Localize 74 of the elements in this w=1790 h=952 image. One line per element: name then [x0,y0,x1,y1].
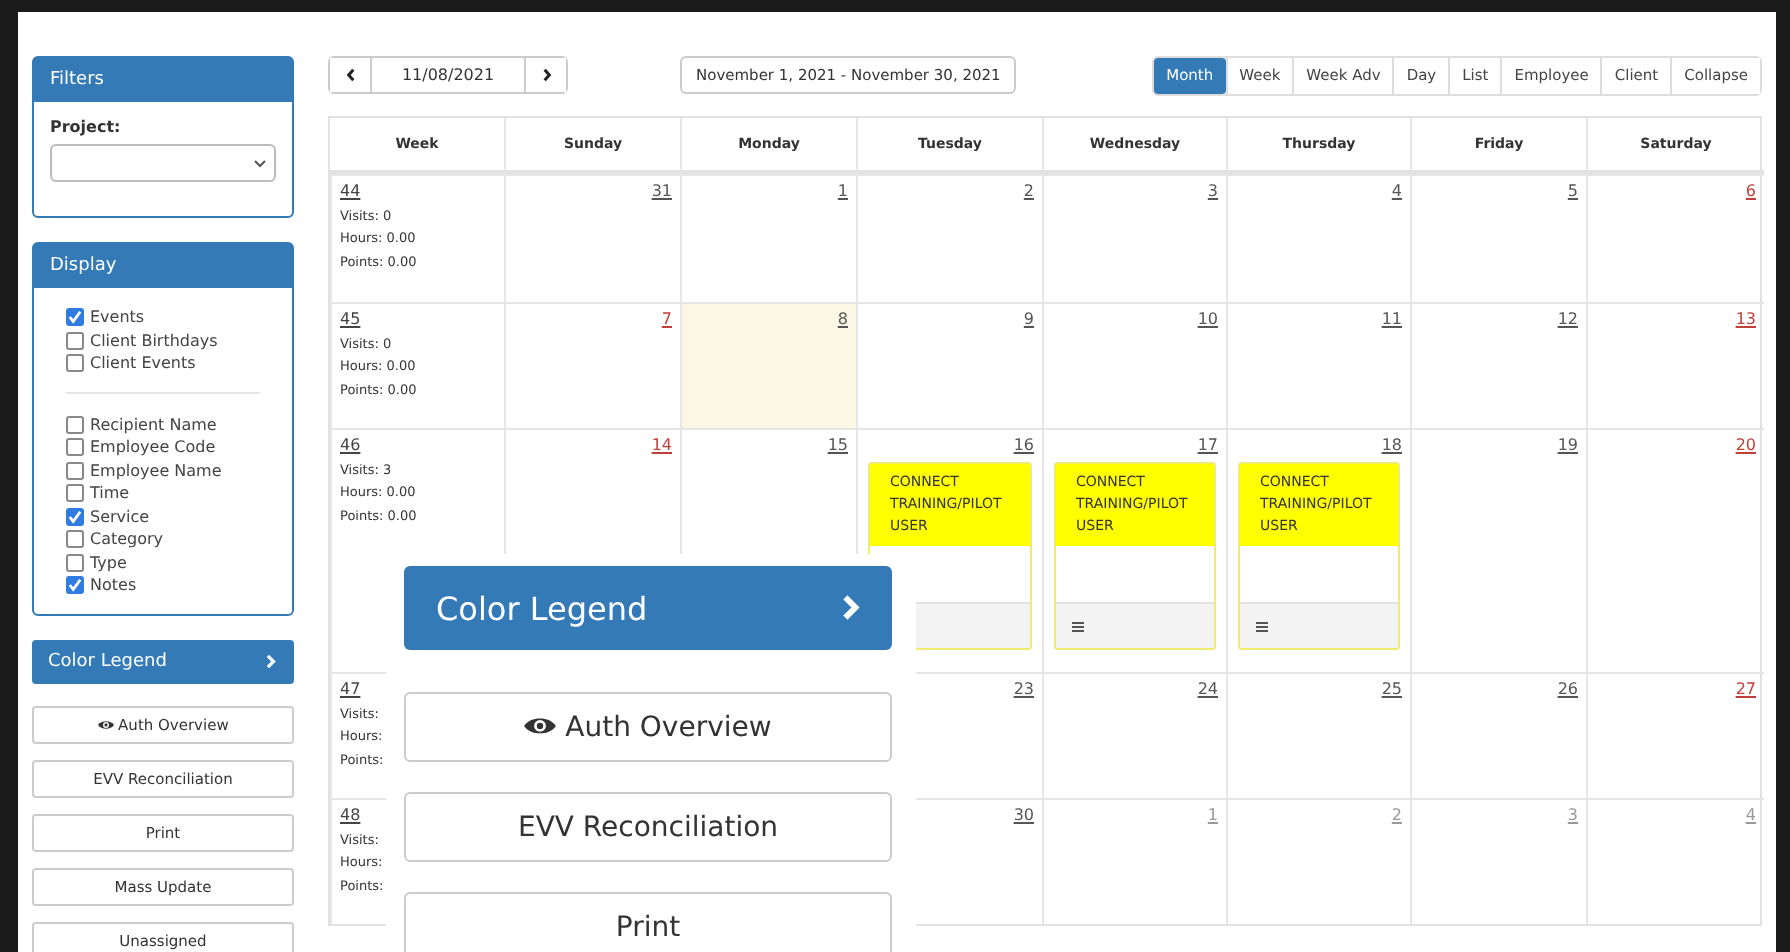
panel-title: Filters [34,58,292,102]
date-field[interactable]: 11/08/2021 [370,58,526,92]
chevron-left-icon [345,68,355,82]
checkbox[interactable] [66,438,84,457]
project-select[interactable] [50,144,276,182]
day-number[interactable]: 20 [1735,436,1756,454]
day-number[interactable]: 4 [1391,182,1402,200]
week-number[interactable]: 47 [340,680,361,700]
checkbox[interactable] [66,354,84,373]
checkbox-option[interactable]: Type [66,551,292,574]
checkbox[interactable] [66,415,84,434]
color-legend-button[interactable]: Color Legend [32,639,294,683]
checkbox[interactable] [66,530,84,549]
eye-icon [524,715,557,735]
chevron-right-icon [541,68,551,82]
checkbox-option[interactable]: Time [66,482,292,505]
color-legend-button[interactable]: Color Legend [404,566,892,650]
day-number[interactable]: 18 [1381,436,1402,454]
day-number[interactable]: 11 [1381,310,1402,328]
day-number[interactable]: 15 [827,436,848,454]
chevron-right-icon [842,594,860,622]
day-number[interactable]: 8 [837,310,848,328]
checkbox-option[interactable]: Notes [66,574,292,597]
day-number[interactable]: 10 [1197,310,1218,328]
day-number[interactable]: 7 [661,310,672,328]
menu-icon[interactable] [1256,621,1268,631]
week-number[interactable]: 45 [340,310,361,330]
checkbox[interactable] [66,507,84,526]
day-number[interactable]: 5 [1567,182,1578,200]
checkbox[interactable] [66,576,84,595]
day-number[interactable]: 27 [1735,680,1756,698]
checkbox[interactable] [66,553,84,572]
checkbox-option[interactable]: Employee Code [66,436,292,459]
day-number[interactable]: 1 [837,182,848,200]
week-number[interactable]: 48 [340,806,361,826]
day-number[interactable]: 19 [1557,436,1578,454]
checkbox[interactable] [66,461,84,480]
day-number[interactable]: 30 [1013,806,1034,824]
checkbox-option[interactable]: Employee Name [66,459,292,482]
day-number[interactable]: 3 [1207,182,1218,200]
day-number[interactable]: 24 [1197,680,1218,698]
sidebar-button[interactable]: Print [404,892,892,952]
checkbox-option[interactable]: Client Birthdays [66,329,292,352]
sidebar-button[interactable]: EVV Reconciliation [404,792,892,862]
day-number[interactable]: 13 [1735,310,1756,328]
day-number[interactable]: 16 [1013,436,1034,454]
day-number[interactable]: 23 [1013,680,1034,698]
day-number[interactable]: 14 [651,436,672,454]
panel-title: Display [34,244,292,288]
checkbox-option[interactable]: Service [66,505,292,528]
day-number[interactable]: 6 [1745,182,1756,200]
menu-icon[interactable] [1072,621,1084,631]
day-number[interactable]: 9 [1023,310,1034,328]
today-cell[interactable]: 8 [680,302,856,428]
caret-down-icon [254,159,266,167]
checkbox-option[interactable]: Client Events [66,352,292,375]
checkbox[interactable] [66,484,84,503]
checkbox-option[interactable]: Category [66,528,292,551]
auth-overview-button[interactable]: Auth Overview [404,692,892,762]
checkbox[interactable] [66,331,84,350]
day-number[interactable]: 25 [1381,680,1402,698]
chevron-right-icon [266,653,276,669]
checkbox[interactable] [66,308,84,327]
day-number[interactable]: 31 [651,182,672,200]
field-label: Project: [50,118,123,136]
day-number[interactable]: 12 [1557,310,1578,328]
checkbox-option[interactable]: Recipient Name [66,413,292,436]
day-number[interactable]: 26 [1557,680,1578,698]
day-number[interactable]: 2 [1023,182,1034,200]
checkbox-option[interactable]: Events [66,306,292,329]
week-number[interactable]: 44 [340,182,361,202]
eye-icon [97,719,114,729]
day-number[interactable]: 17 [1197,436,1218,454]
week-number[interactable]: 46 [340,436,361,456]
